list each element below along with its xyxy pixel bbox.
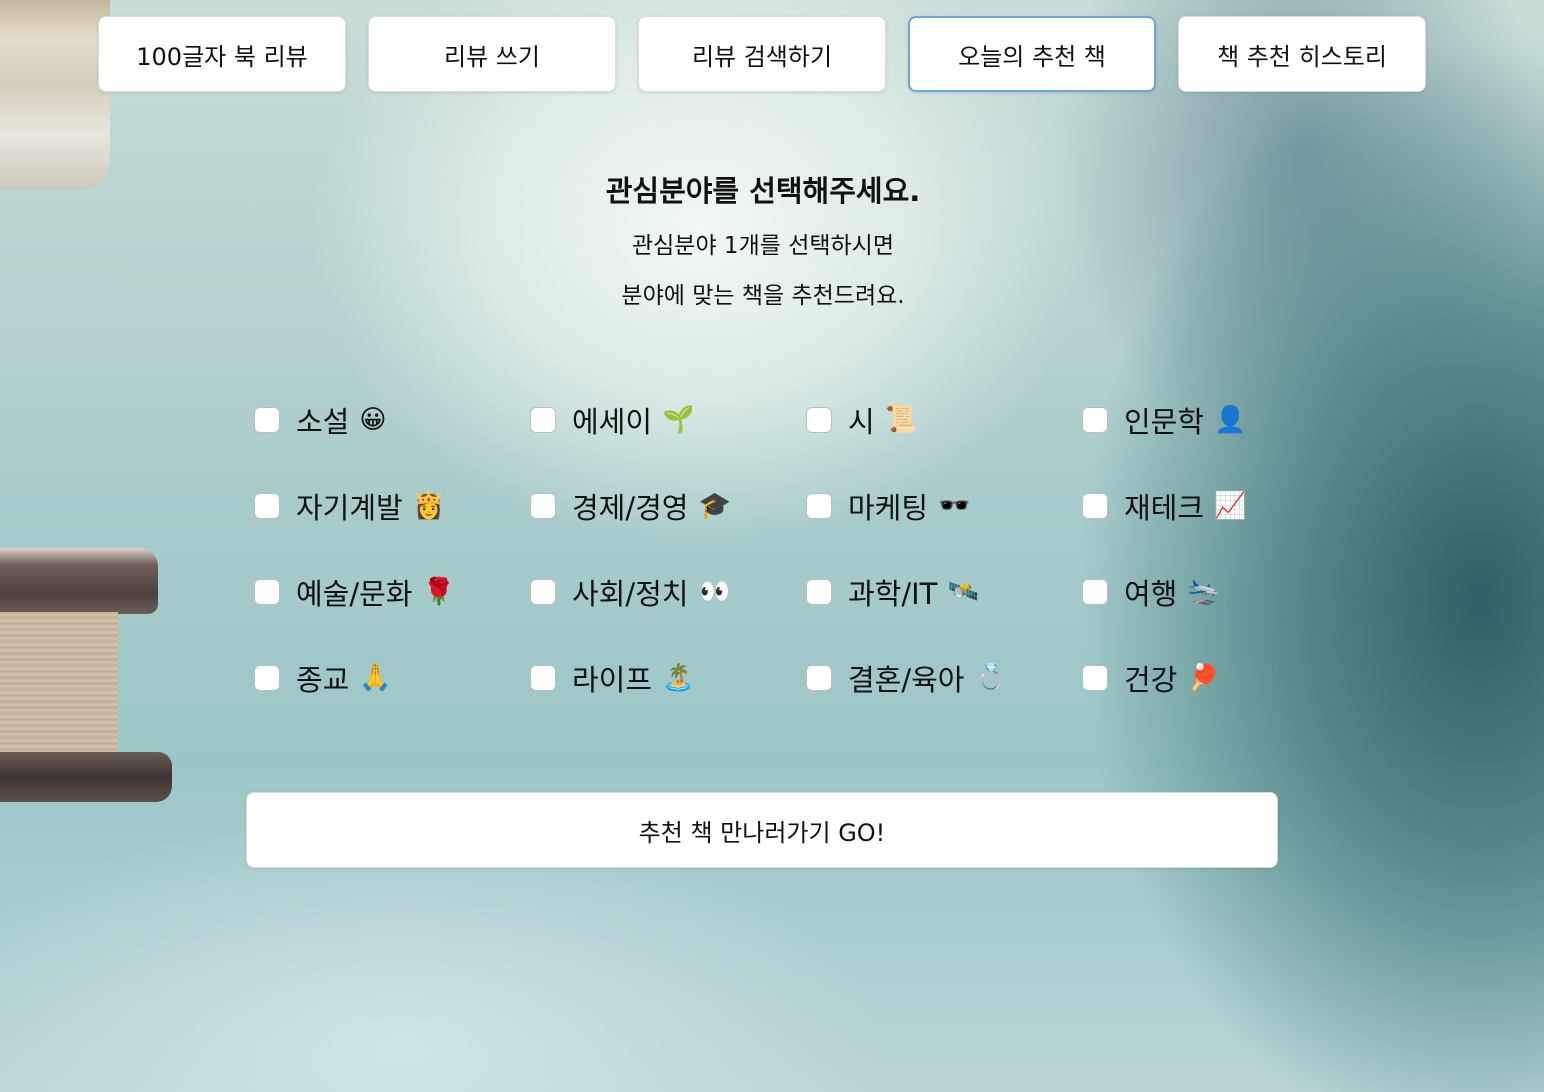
nav-recommend-history-button[interactable]: 책 추천 히스토리 bbox=[1178, 16, 1426, 92]
category-label: 인문학 bbox=[1124, 405, 1205, 439]
category-label: 마케팅 bbox=[848, 491, 929, 525]
nav-search-review-button[interactable]: 리뷰 검색하기 bbox=[638, 16, 886, 92]
eyes-icon: 👀 bbox=[698, 577, 731, 607]
category-checkbox[interactable] bbox=[806, 493, 832, 519]
category-label: 여행 bbox=[1124, 577, 1178, 611]
satellite-icon: 🛰️ bbox=[947, 577, 980, 607]
category-option[interactable]: 종교 🙏 bbox=[254, 650, 530, 706]
folded-hands-icon: 🙏 bbox=[359, 663, 392, 693]
category-checkbox[interactable] bbox=[530, 407, 556, 433]
category-option[interactable]: 라이프 🏝️ bbox=[530, 650, 806, 706]
princess-icon: 👸 bbox=[412, 491, 446, 521]
category-label: 자기계발 bbox=[296, 491, 403, 525]
category-checkbox[interactable] bbox=[1082, 665, 1108, 691]
category-label: 에세이 bbox=[572, 405, 653, 439]
category-checkbox[interactable] bbox=[254, 407, 280, 433]
sunglasses-icon: 🕶️ bbox=[938, 491, 971, 521]
category-label: 건강 bbox=[1124, 663, 1178, 697]
island-icon: 🏝️ bbox=[662, 663, 695, 693]
nav-today-recommend-button[interactable]: 오늘의 추천 책 bbox=[908, 16, 1156, 92]
grinning-face-icon: 😀 bbox=[359, 405, 387, 435]
category-label: 예술/문화 bbox=[296, 577, 413, 611]
category-checkbox[interactable] bbox=[806, 579, 832, 605]
category-checkbox[interactable] bbox=[806, 665, 832, 691]
category-option[interactable]: 여행 🛬 bbox=[1082, 564, 1358, 620]
category-option[interactable]: 재테크 📈 bbox=[1082, 478, 1358, 534]
nav-book-review-button[interactable]: 100글자 북 리뷰 bbox=[98, 16, 346, 92]
category-option[interactable]: 인문학 👤 bbox=[1082, 392, 1358, 448]
category-checkbox[interactable] bbox=[254, 493, 280, 519]
page-title: 관심분야를 선택해주세요. bbox=[605, 174, 921, 208]
category-checkbox[interactable] bbox=[530, 579, 556, 605]
rose-icon: 🌹 bbox=[422, 577, 455, 607]
page-subtitle-line1: 관심분야 1개를 선택하시면 bbox=[631, 233, 894, 259]
category-checkbox-grid: 소설 😀 에세이 🌱 시 📜 인문학 👤 자기계발 👸 경제/경영 🎓 마케팅 🕶️ 재테크 📈 예술/문화 🌹 사… bbox=[254, 392, 1358, 736]
book-stack-decoration bbox=[0, 752, 172, 802]
ping-pong-icon: 🏓 bbox=[1187, 663, 1220, 693]
category-option[interactable]: 경제/경영 🎓 bbox=[530, 478, 806, 534]
category-label: 재테크 bbox=[1124, 491, 1205, 525]
category-option[interactable]: 사회/정치 👀 bbox=[530, 564, 806, 620]
category-checkbox[interactable] bbox=[1082, 407, 1108, 433]
ring-icon: 💍 bbox=[974, 663, 1007, 693]
category-option[interactable]: 자기계발 👸 bbox=[254, 478, 530, 534]
go-recommend-button[interactable]: 추천 책 만나러가기 GO! bbox=[246, 792, 1278, 868]
category-checkbox[interactable] bbox=[1082, 579, 1108, 605]
category-option[interactable]: 건강 🏓 bbox=[1082, 650, 1358, 706]
category-label: 과학/IT bbox=[848, 577, 938, 611]
category-label: 종교 bbox=[296, 663, 350, 697]
category-checkbox[interactable] bbox=[254, 579, 280, 605]
book-stack-decoration bbox=[0, 612, 118, 760]
chart-increasing-icon: 📈 bbox=[1214, 491, 1247, 521]
airplane-arrival-icon: 🛬 bbox=[1187, 577, 1220, 607]
category-option[interactable]: 소설 😀 bbox=[254, 392, 530, 448]
top-nav: 100글자 북 리뷰 리뷰 쓰기 리뷰 검색하기 오늘의 추천 책 책 추천 히… bbox=[98, 16, 1426, 92]
category-label: 결혼/육아 bbox=[848, 663, 965, 697]
category-checkbox[interactable] bbox=[530, 493, 556, 519]
category-checkbox[interactable] bbox=[530, 665, 556, 691]
graduation-cap-icon: 🎓 bbox=[698, 491, 731, 521]
category-option[interactable]: 에세이 🌱 bbox=[530, 392, 806, 448]
category-label: 라이프 bbox=[572, 663, 653, 697]
category-option[interactable]: 과학/IT 🛰️ bbox=[806, 564, 1082, 620]
category-option[interactable]: 결혼/육아 💍 bbox=[806, 650, 1082, 706]
nav-write-review-button[interactable]: 리뷰 쓰기 bbox=[368, 16, 616, 92]
scroll-icon: 📜 bbox=[884, 405, 918, 435]
category-checkbox[interactable] bbox=[806, 407, 832, 433]
category-label: 경제/경영 bbox=[572, 491, 689, 525]
person-silhouette-icon: 👤 bbox=[1214, 405, 1247, 435]
book-stack-decoration bbox=[0, 548, 158, 614]
category-label: 사회/정치 bbox=[572, 577, 689, 611]
category-checkbox[interactable] bbox=[1082, 493, 1108, 519]
category-checkbox[interactable] bbox=[254, 665, 280, 691]
category-option[interactable]: 예술/문화 🌹 bbox=[254, 564, 530, 620]
category-option[interactable]: 시 📜 bbox=[806, 392, 1082, 448]
category-label: 소설 bbox=[296, 405, 350, 439]
page-subtitle-line2: 분야에 맞는 책을 추천드려요. bbox=[621, 283, 905, 309]
category-option[interactable]: 마케팅 🕶️ bbox=[806, 478, 1082, 534]
book-stack-decoration bbox=[0, 0, 110, 190]
category-label: 시 bbox=[848, 405, 875, 439]
seedling-icon: 🌱 bbox=[662, 405, 695, 435]
